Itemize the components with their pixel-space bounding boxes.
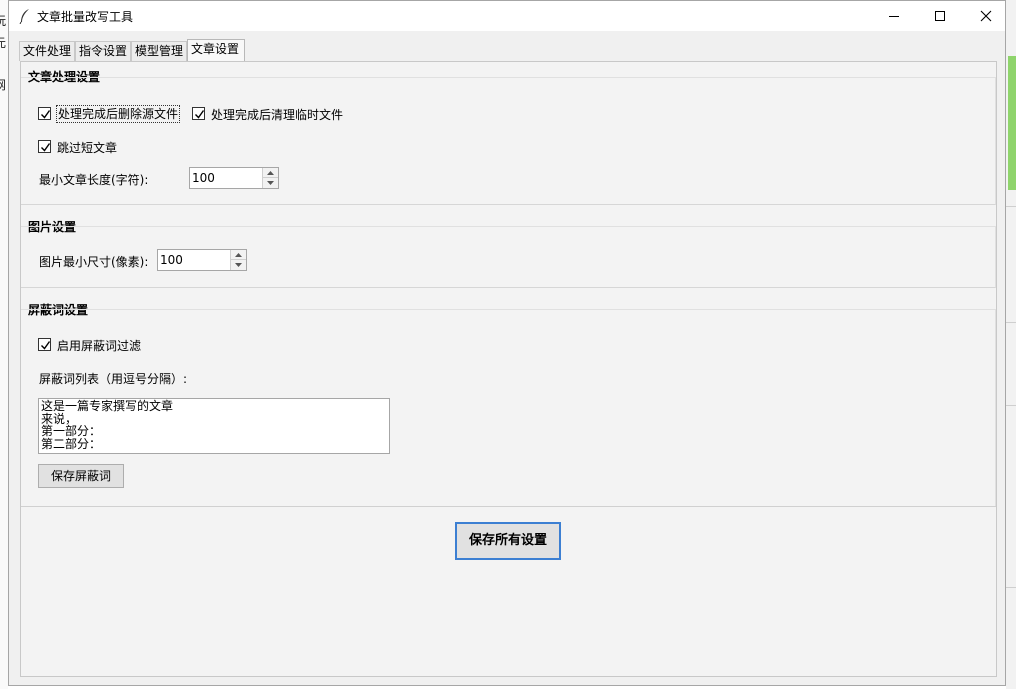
spin-down-button[interactable] — [263, 178, 278, 188]
chevron-up-icon — [235, 253, 242, 257]
minimize-icon — [889, 16, 899, 17]
checkbox-box — [38, 140, 51, 153]
skip-short-label: 跳过短文章 — [57, 141, 118, 155]
tab-article-settings[interactable]: 文章设置 — [187, 39, 245, 62]
divider — [21, 506, 996, 507]
min-length-spinbox — [189, 167, 279, 189]
window-title: 文章批量改写工具 — [37, 10, 134, 24]
textarea-line: 第一部分： — [41, 424, 102, 438]
group-article-processing: 处理完成后删除源文件 处理完成后清理临时文件 跳过短文章 最小文章长度(字符): — [21, 77, 996, 205]
background-text: 元 — [0, 36, 7, 50]
spin-down-button[interactable] — [231, 260, 246, 270]
feather-icon — [19, 9, 29, 24]
tab-model-management[interactable]: 模型管理 — [131, 41, 187, 61]
save-blocked-words-button[interactable]: 保存屏蔽词 — [38, 464, 124, 488]
spin-up-button[interactable] — [263, 168, 278, 178]
blocked-words-textarea[interactable]: 这是一篇专家撰写的文章 来说， 第一部分： 第二部分： — [38, 398, 390, 454]
close-button[interactable] — [963, 1, 1009, 31]
save-all-settings-button[interactable]: 保存所有设置 — [455, 522, 561, 560]
close-icon — [980, 10, 992, 22]
maximize-icon — [935, 11, 945, 21]
checkmark-icon — [195, 110, 205, 119]
image-min-size-label: 图片最小尺寸(像素): — [39, 255, 149, 269]
chevron-down-icon — [267, 181, 274, 185]
tab-instruction-settings[interactable]: 指令设置 — [75, 41, 131, 61]
checkmark-icon — [41, 110, 51, 119]
min-length-input[interactable] — [191, 169, 261, 187]
textarea-line: 第二部分： — [41, 436, 102, 451]
image-min-size-input[interactable] — [159, 251, 229, 269]
background-text: 玩 — [0, 14, 7, 28]
spin-arrows — [230, 250, 246, 270]
app-window: 文章批量改写工具 文件处理 指令设置 模型管理 文章设置 文章处理设置 处理完成… — [8, 0, 1006, 686]
spin-up-button[interactable] — [231, 250, 246, 260]
spin-arrows — [262, 168, 278, 188]
title-bar[interactable]: 文章批量改写工具 — [9, 1, 1005, 31]
image-min-size-spinbox — [157, 249, 247, 271]
textarea-line: 这是一篇专家撰写的文章 — [41, 399, 174, 413]
delete-source-label: 处理完成后删除源文件 — [56, 105, 181, 123]
checkbox-box — [38, 107, 51, 120]
background-window-right — [1006, 0, 1016, 689]
maximize-button[interactable] — [917, 1, 963, 31]
chevron-down-icon — [235, 263, 242, 267]
clean-temp-label: 处理完成后清理临时文件 — [211, 108, 344, 122]
checkmark-icon — [41, 143, 51, 152]
tab-panel-article-settings: 文章处理设置 处理完成后删除源文件 处理完成后清理临时文件 跳过短文章 最小文章… — [20, 61, 997, 677]
enable-filter-label: 启用屏蔽词过滤 — [57, 339, 142, 353]
checkmark-icon — [41, 341, 51, 350]
background-window — [0, 0, 8, 689]
background-accent — [1008, 56, 1016, 190]
tab-file-processing[interactable]: 文件处理 — [19, 41, 75, 61]
blocked-list-label: 屏蔽词列表（用逗号分隔）: — [39, 372, 188, 386]
background-text: 网 — [0, 78, 7, 92]
min-length-label: 最小文章长度(字符): — [39, 173, 149, 187]
checkbox-box — [192, 107, 205, 120]
checkbox-box — [38, 338, 51, 351]
chevron-up-icon — [267, 171, 274, 175]
minimize-button[interactable] — [871, 1, 917, 31]
group-image-settings: 图片最小尺寸(像素): — [21, 226, 996, 288]
